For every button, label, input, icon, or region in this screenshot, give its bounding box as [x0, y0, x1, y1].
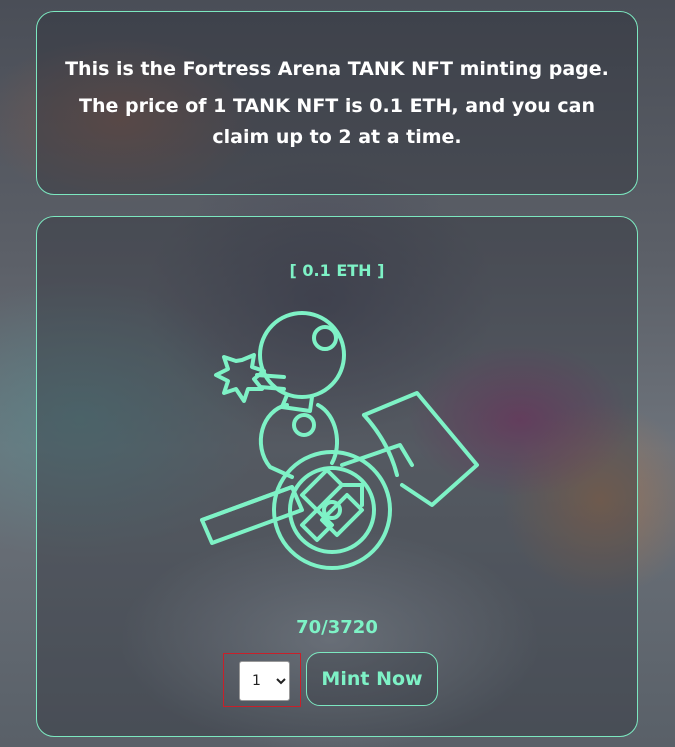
- tank-cannon-icon: [200, 311, 479, 570]
- minted-count: 70/3720: [296, 617, 378, 638]
- intro-line-2: The price of 1 TANK NFT is 0.1 ETH, and …: [78, 95, 596, 148]
- price-label: [ 0.1 ETH ]: [289, 261, 385, 280]
- intro-panel: This is the Fortress Arena TANK NFT mint…: [36, 11, 638, 195]
- mint-panel: [ 0.1 ETH ] 70/3720 12 Mint Now: [36, 216, 638, 737]
- quantity-select-container: 12: [223, 653, 301, 707]
- mint-now-button[interactable]: Mint Now: [306, 652, 438, 706]
- intro-line-1: This is the Fortress Arena TANK NFT mint…: [65, 58, 609, 80]
- quantity-select[interactable]: 12: [239, 661, 290, 701]
